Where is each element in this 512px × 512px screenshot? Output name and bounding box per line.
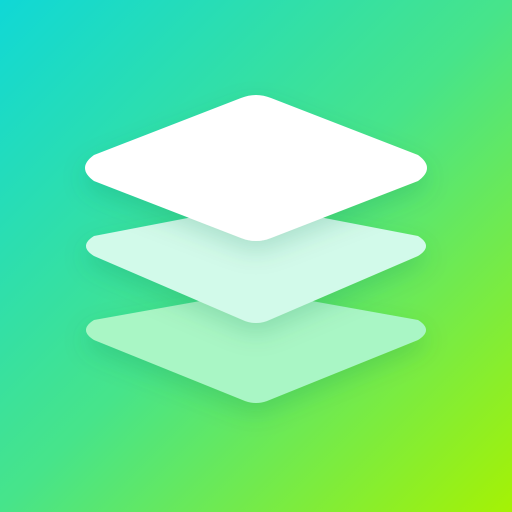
- app-icon: [0, 0, 512, 512]
- layers-icon: [0, 0, 512, 512]
